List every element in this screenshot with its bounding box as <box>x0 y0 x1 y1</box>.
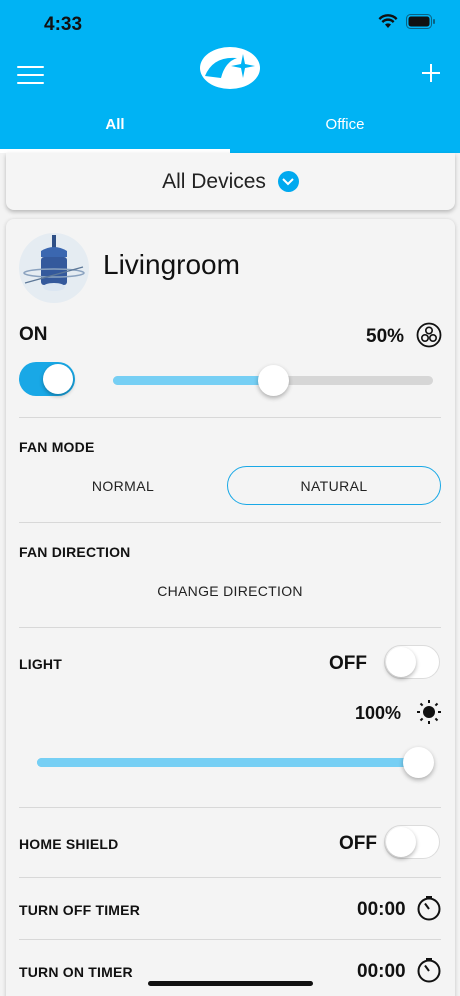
light-brightness-slider[interactable] <box>37 747 434 778</box>
divider <box>19 627 441 628</box>
divider <box>19 417 441 418</box>
light-brightness-fill <box>37 758 422 767</box>
power-state-label: ON <box>19 324 48 345</box>
home-shield-toggle[interactable] <box>384 825 440 859</box>
light-toggle[interactable] <box>384 645 440 679</box>
fan-mode-title: FAN MODE <box>19 439 95 455</box>
fan-direction-title: FAN DIRECTION <box>19 544 131 560</box>
timer-icon[interactable] <box>416 895 442 921</box>
add-icon[interactable] <box>420 62 442 84</box>
menu-icon[interactable] <box>17 66 44 84</box>
timer-icon[interactable] <box>416 957 442 983</box>
tab-office[interactable]: Office <box>230 104 460 153</box>
brightness-icon <box>417 700 441 724</box>
home-shield-title: HOME SHIELD <box>19 836 119 852</box>
light-brightness-thumb[interactable] <box>402 747 434 778</box>
ceiling-fan-image <box>19 233 89 303</box>
fan-icon <box>416 322 442 348</box>
group-tabs: All Office <box>0 104 460 153</box>
status-icons <box>378 14 436 29</box>
device-name: Livingroom <box>103 249 240 280</box>
light-title: LIGHT <box>19 656 62 672</box>
fan-mode-normal-button[interactable]: NORMAL <box>19 466 227 505</box>
turn-on-timer-title: TURN ON TIMER <box>19 964 133 980</box>
battery-icon <box>406 14 435 29</box>
fan-mode-natural-button[interactable]: NATURAL <box>227 466 441 505</box>
light-state: OFF <box>329 653 367 674</box>
chevron-down-icon <box>277 171 299 192</box>
fan-speed-fill <box>113 376 273 385</box>
turn-off-timer-value[interactable]: 00:00 <box>357 899 406 921</box>
light-brightness-percent: 100% <box>355 703 402 723</box>
divider <box>19 807 441 808</box>
turn-on-timer-value[interactable]: 00:00 <box>357 961 406 983</box>
divider <box>19 522 441 523</box>
divider <box>19 939 441 940</box>
power-toggle[interactable] <box>19 362 75 396</box>
device-group-selector[interactable]: All Devices <box>6 153 455 210</box>
wifi-icon <box>378 14 398 28</box>
fan-speed-thumb[interactable] <box>257 365 289 396</box>
home-shield-state: OFF <box>339 833 377 854</box>
home-indicator <box>148 981 313 986</box>
status-time: 4:33 <box>44 14 83 35</box>
fan-speed-percent: 50% <box>366 326 405 347</box>
selector-label: All Devices <box>162 169 266 193</box>
brand-logo <box>200 47 260 89</box>
device-card: Livingroom ON 50% FAN MODE NORMAL NATURA… <box>6 219 455 996</box>
divider <box>19 877 441 878</box>
fan-speed-slider[interactable] <box>113 365 433 396</box>
app-header: 4:33 All Office <box>0 0 460 153</box>
turn-off-timer-title: TURN OFF TIMER <box>19 902 141 918</box>
tab-all[interactable]: All <box>0 104 230 153</box>
change-direction-button[interactable]: CHANGE DIRECTION <box>19 583 441 599</box>
